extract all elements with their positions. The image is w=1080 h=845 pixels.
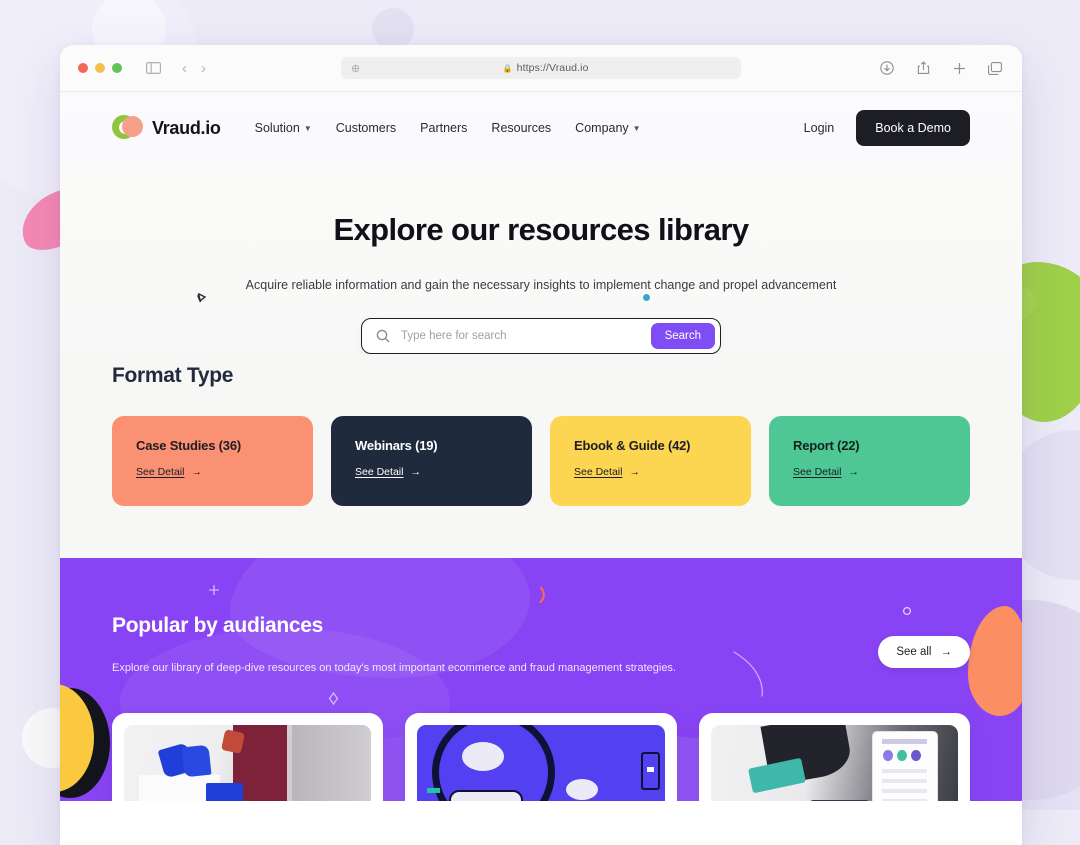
arrow-right-icon: → xyxy=(191,466,202,478)
arrow-right-icon: → xyxy=(410,466,421,478)
logo-mark-icon xyxy=(112,115,143,141)
close-window-button[interactable] xyxy=(78,63,88,73)
search-button[interactable]: Search xyxy=(650,323,715,349)
arrow-right-icon: → xyxy=(629,466,640,478)
blue-illustration-graphic xyxy=(417,725,665,801)
popular-by-audiences-section: Popular by audiances Explore our library… xyxy=(60,558,1022,801)
lock-icon: 🔒 xyxy=(502,63,513,73)
book-a-demo-button[interactable]: Book a Demo xyxy=(856,110,970,146)
browser-window: ‹ › ⊕ 🔒 https://Vraud.io Vraud.io Soluti… xyxy=(60,45,1022,845)
format-type-title: Format Type xyxy=(112,364,234,387)
format-card-title: Case Studies (36) xyxy=(136,438,241,453)
see-detail-label: See Detail xyxy=(355,466,404,478)
see-all-label: See all xyxy=(896,646,932,658)
orange-stroke-doodle xyxy=(532,584,556,611)
address-bar[interactable]: ⊕ 🔒 https://Vraud.io xyxy=(341,57,741,79)
chevron-down-icon: ▼ xyxy=(303,123,312,133)
share-icon[interactable] xyxy=(914,59,932,77)
arrow-right-icon: → xyxy=(940,646,953,658)
popular-card-1[interactable] xyxy=(112,713,384,801)
backdrop-circle-2 xyxy=(372,8,414,50)
site-header: Vraud.io Solution ▼ Customers Partners R… xyxy=(60,92,1022,164)
traffic-lights xyxy=(78,63,122,73)
see-detail-label: See Detail xyxy=(136,466,185,478)
main-navigation: Solution ▼ Customers Partners Resources … xyxy=(255,121,641,135)
black-crescent-blob xyxy=(60,688,110,798)
see-all-button[interactable]: See all → xyxy=(878,636,970,668)
yellow-crescent-blob xyxy=(60,684,94,792)
brand-logo[interactable]: Vraud.io xyxy=(112,115,221,141)
see-detail-label: See Detail xyxy=(574,466,623,478)
see-detail-label: See Detail xyxy=(793,466,842,478)
hero-section: Explore our resources library Acquire re… xyxy=(60,164,1022,659)
format-card-report[interactable]: Report (22) See Detail → xyxy=(769,416,970,506)
url-wrapper: 🔒 https://Vraud.io xyxy=(360,62,731,74)
format-card-webinars[interactable]: Webinars (19) See Detail → xyxy=(331,416,532,506)
nav-item-resources[interactable]: Resources xyxy=(491,121,551,135)
hand-holding-card-photo xyxy=(710,725,958,801)
see-detail-link[interactable]: See Detail → xyxy=(574,466,727,478)
search-icon xyxy=(376,329,390,343)
sidebar-toggle-icon[interactable] xyxy=(144,59,162,77)
format-type-section: Format Type Case Studies (36) See Detail… xyxy=(60,354,1022,558)
header-actions: Login Book a Demo xyxy=(804,110,970,146)
popular-card-3[interactable] xyxy=(698,713,970,801)
url-text: https://Vraud.io xyxy=(516,62,589,74)
format-card-title: Report (22) xyxy=(793,438,860,453)
format-card-ebook-guide[interactable]: Ebook & Guide (42) See Detail → xyxy=(550,416,751,506)
search-bar[interactable]: Search xyxy=(361,318,721,354)
nav-item-solution[interactable]: Solution ▼ xyxy=(255,121,312,135)
hero-subtitle: Acquire reliable information and gain th… xyxy=(245,278,837,292)
flag-doodle-icon xyxy=(195,292,209,315)
minimize-window-button[interactable] xyxy=(95,63,105,73)
page-title: Explore our resources library xyxy=(333,212,749,247)
browser-toolbar-right xyxy=(878,59,1004,77)
zoom-window-button[interactable] xyxy=(112,63,122,73)
see-detail-link[interactable]: See Detail → xyxy=(793,466,946,478)
tab-overview-icon[interactable] xyxy=(986,59,1004,77)
blue-dot-doodle xyxy=(643,294,650,301)
back-button[interactable]: ‹ xyxy=(182,60,187,77)
shoes-and-handbag-photo xyxy=(124,725,372,801)
new-tab-icon[interactable] xyxy=(950,59,968,77)
brand-name: Vraud.io xyxy=(152,117,221,138)
format-card-case-studies[interactable]: Case Studies (36) See Detail → xyxy=(112,416,313,506)
browser-nav-arrows: ‹ › xyxy=(182,60,206,77)
chevron-down-icon: ▼ xyxy=(632,123,641,133)
search-input[interactable] xyxy=(399,329,651,343)
orange-blob xyxy=(968,606,1022,716)
nav-item-partners[interactable]: Partners xyxy=(420,121,467,135)
see-detail-link[interactable]: See Detail → xyxy=(136,466,289,478)
nav-label: Company xyxy=(575,121,629,135)
login-link[interactable]: Login xyxy=(804,121,835,135)
nav-item-customers[interactable]: Customers xyxy=(336,121,396,135)
forward-button[interactable]: › xyxy=(201,60,206,77)
nav-label: Solution xyxy=(254,121,300,135)
popular-card-2[interactable] xyxy=(405,713,677,801)
diamond-doodle-purple-icon xyxy=(328,691,339,707)
sparkle-doodle-purple-icon xyxy=(208,584,220,599)
see-detail-link[interactable]: See Detail → xyxy=(355,466,508,478)
downloads-icon[interactable] xyxy=(878,59,896,77)
curve-doodle-purple xyxy=(732,650,772,705)
popular-section-title: Popular by audiances xyxy=(112,614,324,637)
format-card-title: Webinars (19) xyxy=(355,438,438,453)
arrow-right-icon: → xyxy=(848,466,859,478)
format-card-title: Ebook & Guide (42) xyxy=(574,438,691,453)
format-type-card-list: Case Studies (36) See Detail → Webinars … xyxy=(112,416,970,558)
reload-icon[interactable]: ⊕ xyxy=(351,62,360,75)
nav-item-company[interactable]: Company ▼ xyxy=(575,121,640,135)
browser-chrome-bar: ‹ › ⊕ 🔒 https://Vraud.io xyxy=(60,45,1022,92)
popular-section-subtitle: Explore our library of deep-dive resourc… xyxy=(112,662,676,674)
popular-card-list xyxy=(112,713,970,801)
